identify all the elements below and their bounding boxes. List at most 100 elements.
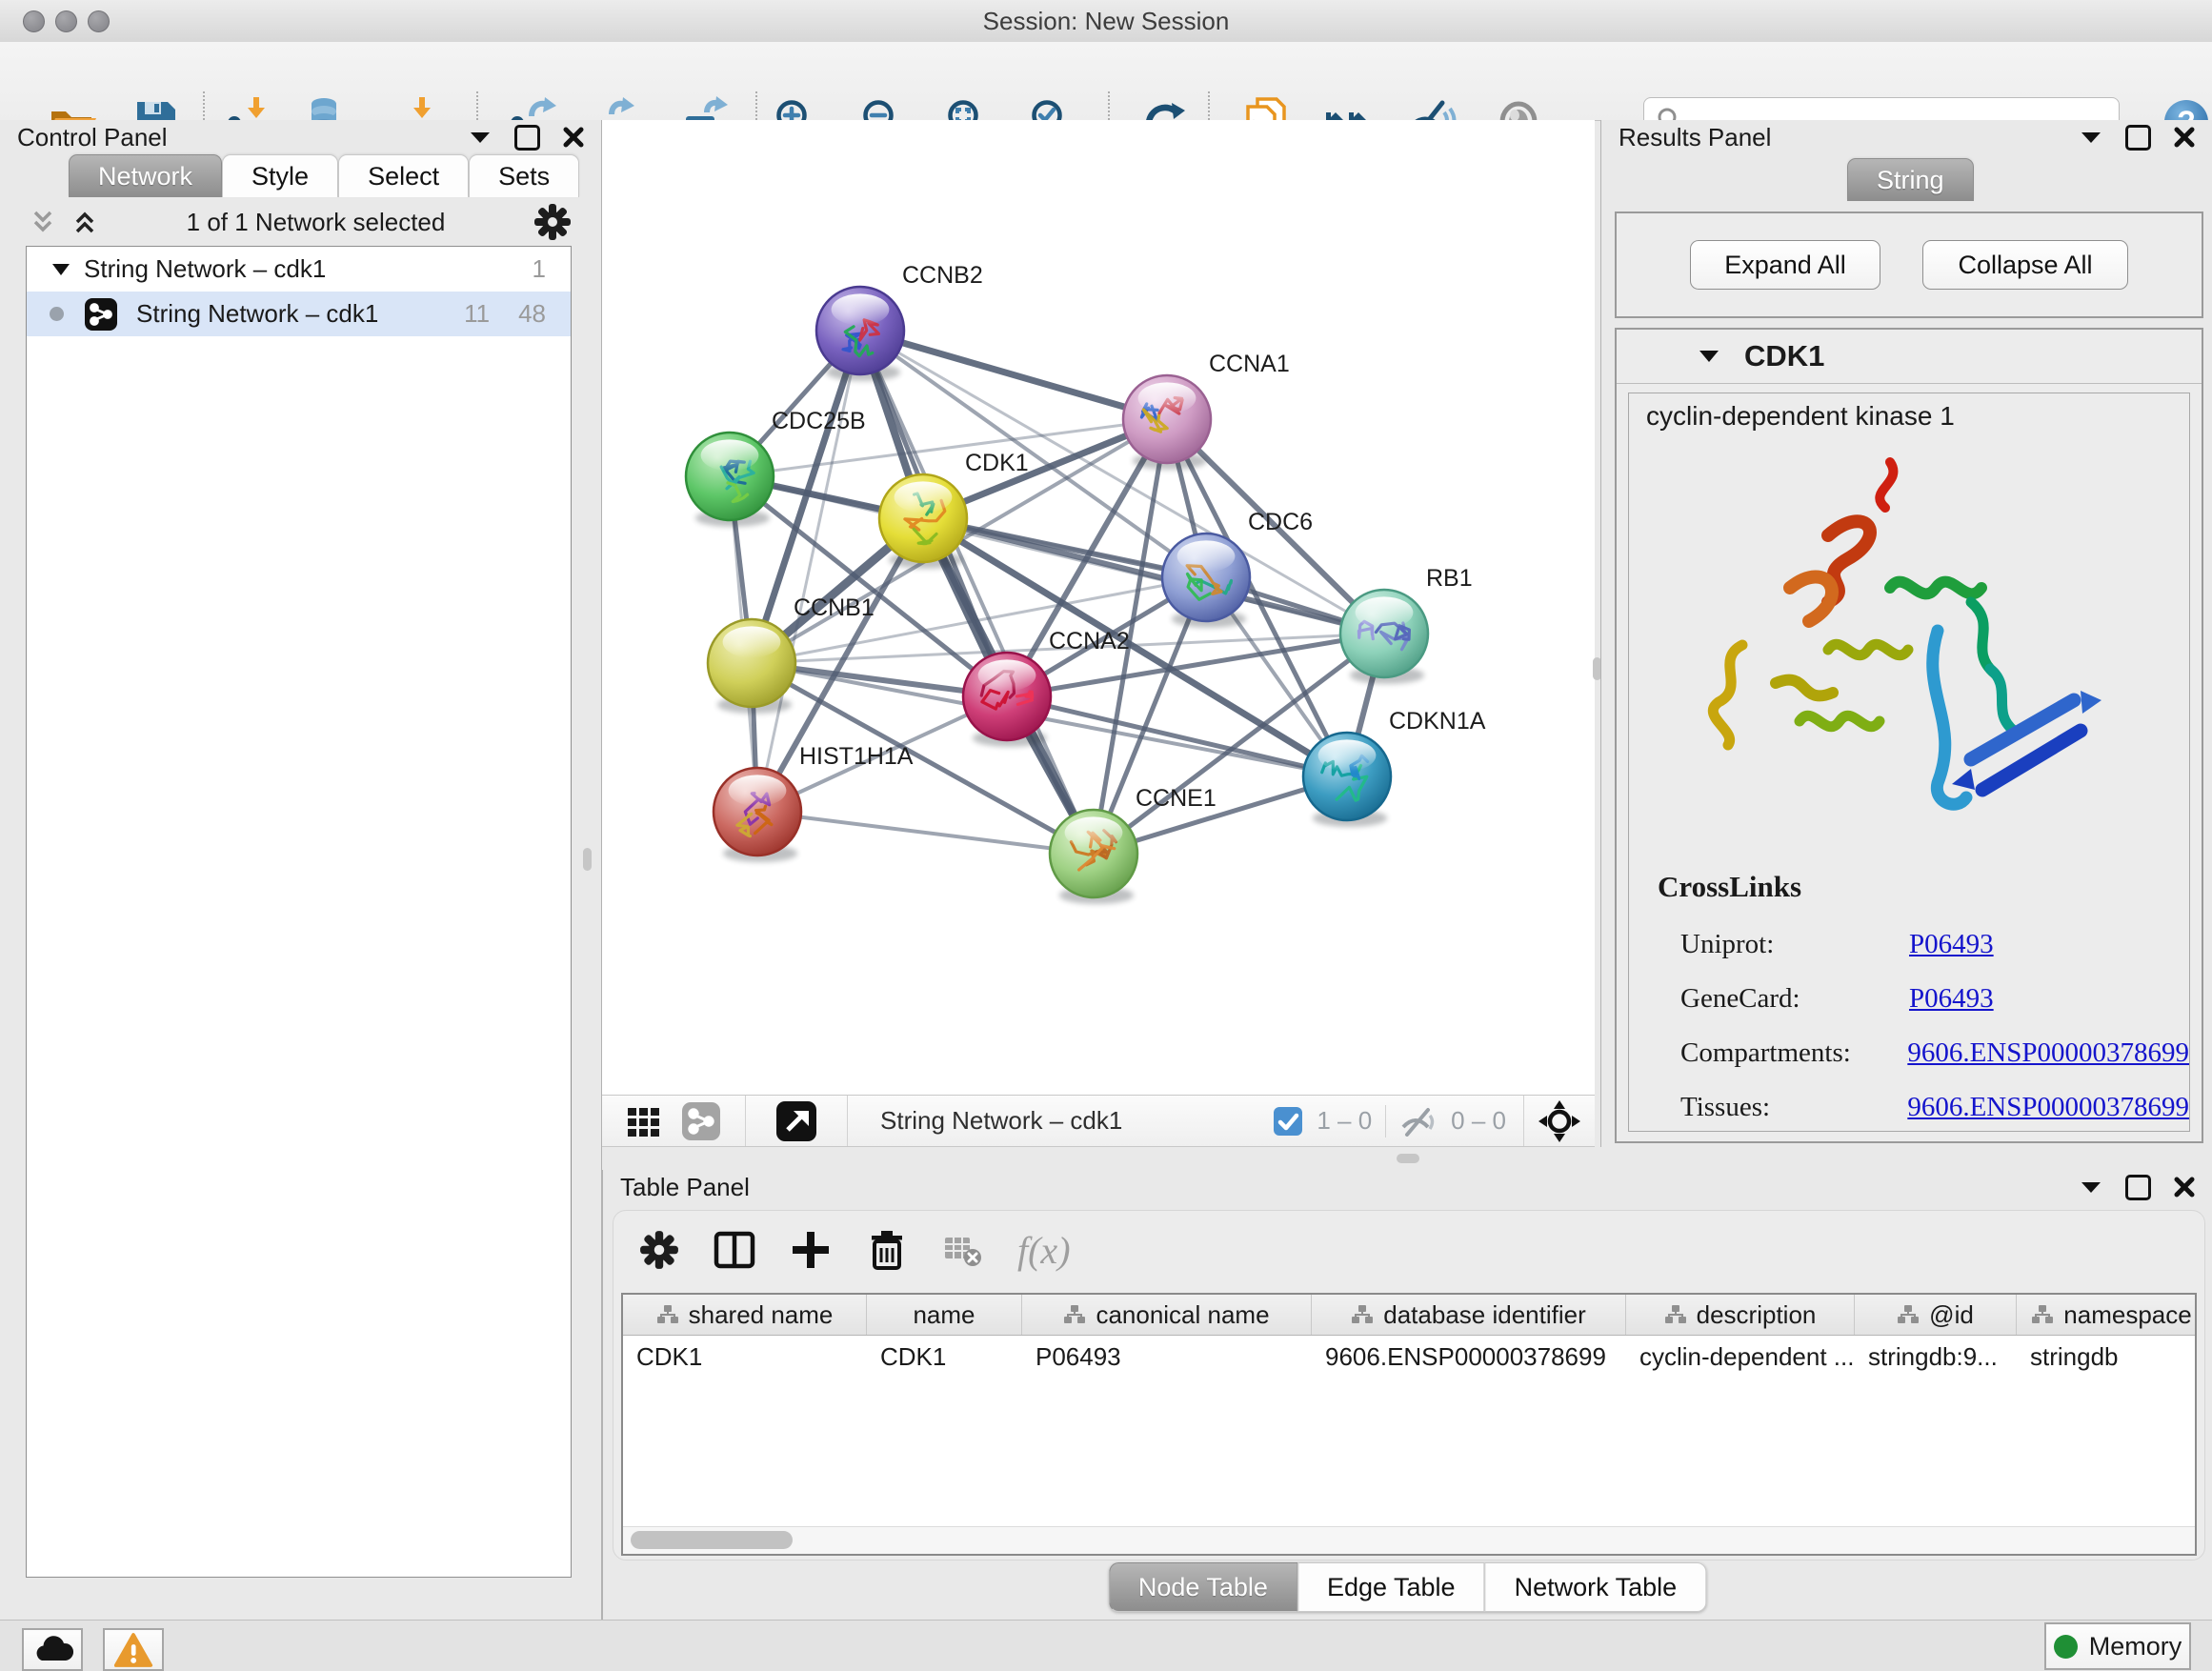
node-gloss-decoration — [729, 775, 787, 806]
expand-all-button[interactable]: Expand All — [1690, 240, 1880, 290]
cell-shared-name[interactable]: CDK1 — [623, 1342, 867, 1372]
tab-edge-table[interactable]: Edge Table — [1297, 1562, 1485, 1612]
network-node-HIST1H1A[interactable]: HIST1H1A — [714, 743, 914, 862]
column-header-database-identifier[interactable]: database identifier — [1312, 1295, 1626, 1335]
network-canvas[interactable]: CCNB2CCNA1CDC25BCDK1CDC6RB1CCNB1CCNA2CDK… — [602, 120, 1595, 1095]
panel-menu-icon[interactable] — [469, 130, 492, 145]
edge-count: 48 — [518, 299, 546, 329]
column-label: description — [1697, 1300, 1817, 1330]
network-node-RB1[interactable]: RB1 — [1340, 565, 1473, 684]
birdseye-crosshair-icon[interactable] — [1538, 1099, 1581, 1143]
network-edge-CCNA2-CDKN1A[interactable] — [1007, 696, 1347, 776]
tab-style[interactable]: Style — [222, 154, 338, 197]
crosslink-value-link[interactable]: P06493 — [1909, 929, 1994, 960]
table-gear-icon[interactable] — [638, 1229, 680, 1271]
gear-icon[interactable] — [533, 202, 573, 242]
node-section-header[interactable]: CDK1 — [1617, 330, 2202, 384]
network-edge-HIST1H1A-CCNE1[interactable] — [757, 812, 1094, 854]
horizontal-splitter[interactable] — [602, 1147, 2212, 1170]
crosslink-value-link[interactable]: 9606.ENSP00000378699 — [1907, 1037, 2189, 1069]
network-view-share-icon[interactable] — [682, 1102, 720, 1140]
close-panel-icon[interactable] — [563, 127, 584, 148]
close-panel-icon[interactable] — [2174, 1177, 2195, 1198]
network-edge-CCNB2-HIST1H1A[interactable] — [757, 331, 860, 812]
collection-expander-icon[interactable] — [51, 262, 70, 277]
network-list: String Network – cdk1 1 String Network –… — [26, 246, 572, 1578]
selected-checkbox-icon[interactable] — [1273, 1106, 1303, 1137]
network-node-CDK1[interactable]: CDK1 — [879, 450, 1029, 569]
detach-view-icon[interactable] — [776, 1101, 816, 1141]
network-node-CCNE1[interactable]: CCNE1 — [1050, 785, 1217, 904]
node-gloss-decoration — [978, 659, 1036, 691]
float-panel-icon[interactable] — [2125, 125, 2151, 151]
node-label-CDC25B: CDC25B — [772, 408, 866, 434]
tab-string[interactable]: String — [1847, 158, 1974, 201]
network-row[interactable]: String Network – cdk1 11 48 — [27, 292, 571, 336]
string-node-section: CDK1 cyclin-dependent kinase 1 — [1615, 328, 2203, 1143]
network-graph[interactable]: CCNB2CCNA1CDC25BCDK1CDC6RB1CCNB1CCNA2CDK… — [602, 120, 1595, 1095]
collapse-all-icon[interactable] — [29, 208, 57, 236]
column-header-shared-name[interactable]: shared name — [623, 1295, 867, 1335]
table-panel-title: Table Panel — [620, 1173, 750, 1202]
collapse-all-button[interactable]: Collapse All — [1922, 240, 2128, 290]
column-header-canonical-name[interactable]: canonical name — [1022, 1295, 1312, 1335]
table-row[interactable]: CDK1CDK1P064939606.ENSP00000378699cyclin… — [623, 1336, 2195, 1378]
delete-column-icon[interactable] — [865, 1228, 909, 1272]
tab-network-table[interactable]: Network Table — [1485, 1562, 1707, 1612]
network-node-CDKN1A[interactable]: CDKN1A — [1303, 708, 1486, 827]
cell-name[interactable]: CDK1 — [867, 1342, 1022, 1372]
panel-menu-icon[interactable] — [2080, 1179, 2102, 1195]
left-splitter-handle[interactable] — [583, 848, 592, 871]
network-collection-row[interactable]: String Network – cdk1 1 — [27, 247, 571, 292]
cell--id[interactable]: stringdb:9... — [1855, 1342, 2017, 1372]
function-builder-button: f(x) — [1017, 1228, 1071, 1273]
cloud-icon — [31, 1634, 73, 1666]
network-node-CCNB2[interactable]: CCNB2 — [816, 262, 983, 381]
tab-node-table[interactable]: Node Table — [1109, 1562, 1297, 1612]
control-panel: Control Panel NetworkStyleSelectSets 1 o… — [0, 120, 602, 1620]
control-panel-title: Control Panel — [17, 123, 168, 152]
tab-sets[interactable]: Sets — [469, 154, 579, 197]
memory-label: Memory — [2089, 1632, 2182, 1661]
cell-namespace[interactable]: stringdb — [2017, 1342, 2197, 1372]
current-network-name: String Network – cdk1 — [880, 1106, 1122, 1136]
hidden-eye-icon[interactable] — [1399, 1106, 1438, 1137]
column-header-name[interactable]: name — [867, 1295, 1022, 1335]
float-panel-icon[interactable] — [2125, 1175, 2151, 1200]
section-expander-icon[interactable] — [1699, 349, 1719, 364]
table-horizontal-scrollbar[interactable] — [623, 1526, 2195, 1554]
node-gloss-decoration — [1138, 382, 1196, 413]
cloud-button[interactable] — [22, 1628, 83, 1671]
crosslink-value-link[interactable]: 9606.ENSP00000378699 — [1907, 1092, 2189, 1123]
warnings-button[interactable] — [103, 1628, 164, 1671]
column-label: @id — [1929, 1300, 1974, 1330]
cell-description[interactable]: cyclin-dependent ... — [1626, 1342, 1855, 1372]
column-header--id[interactable]: @id — [1855, 1295, 2017, 1335]
column-header-description[interactable]: description — [1626, 1295, 1855, 1335]
gene-description: cyclin-dependent kinase 1 — [1629, 393, 2189, 439]
cell-database-identifier[interactable]: 9606.ENSP00000378699 — [1312, 1342, 1626, 1372]
network-edge-CCNB2-CCNE1[interactable] — [860, 331, 1094, 854]
tab-network[interactable]: Network — [69, 154, 222, 197]
grid-view-icon[interactable] — [627, 1104, 661, 1138]
node-label-HIST1H1A: HIST1H1A — [799, 743, 914, 770]
memory-button[interactable]: Memory — [2044, 1622, 2191, 1670]
show-columns-icon[interactable] — [713, 1228, 756, 1272]
expand-all-icon[interactable] — [70, 208, 99, 236]
network-node-CCNA1[interactable]: CCNA1 — [1123, 351, 1290, 470]
node-label-CCNE1: CCNE1 — [1136, 785, 1217, 812]
horizontal-splitter-handle[interactable] — [1397, 1154, 1419, 1163]
node-count: 11 — [464, 299, 490, 329]
table-panel: Table Panel — [602, 1170, 2212, 1620]
add-column-icon[interactable] — [789, 1228, 833, 1272]
scrollbar-thumb[interactable] — [631, 1531, 793, 1549]
tab-select[interactable]: Select — [338, 154, 469, 197]
network-node-CDC25B[interactable]: CDC25B — [686, 408, 866, 527]
cell-canonical-name[interactable]: P06493 — [1022, 1342, 1312, 1372]
float-panel-icon[interactable] — [514, 125, 540, 151]
network-edge-CCNB2-CCNA1[interactable] — [860, 331, 1167, 419]
crosslink-value-link[interactable]: P06493 — [1909, 983, 1994, 1015]
panel-menu-icon[interactable] — [2080, 130, 2102, 145]
column-header-namespace[interactable]: namespace — [2017, 1295, 2197, 1335]
close-panel-icon[interactable] — [2174, 127, 2195, 148]
